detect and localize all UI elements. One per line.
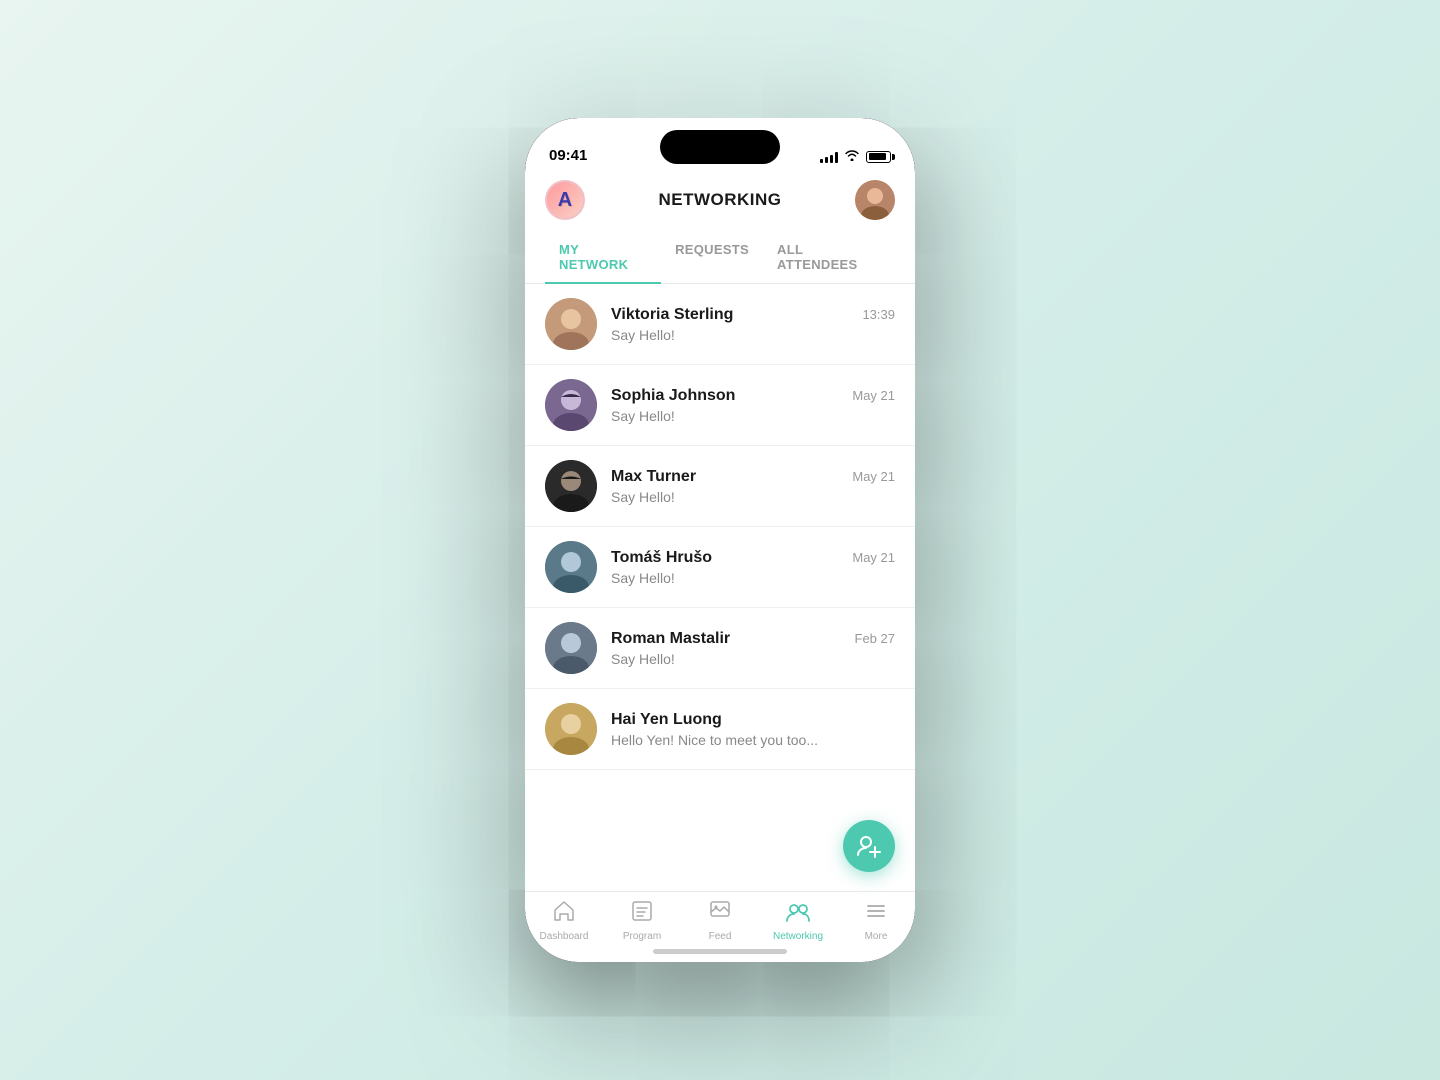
- nav-program[interactable]: Program: [603, 900, 681, 942]
- nav-program-label: Program: [623, 931, 661, 942]
- contact-message: Say Hello!: [611, 327, 895, 343]
- list-item[interactable]: Hai Yen Luong Hello Yen! Nice to meet yo…: [525, 689, 915, 770]
- avatar: [545, 622, 597, 674]
- dynamic-island: [660, 130, 780, 164]
- nav-networking-label: Networking: [773, 931, 823, 942]
- nav-more[interactable]: More: [837, 900, 915, 942]
- dashboard-icon: [552, 900, 576, 928]
- sub-tabs: MY NETWORK REQUESTS ALL ATTENDEES: [525, 232, 915, 284]
- more-icon: [865, 900, 887, 928]
- contact-message: Say Hello!: [611, 570, 895, 586]
- list-item[interactable]: Sophia Johnson May 21 Say Hello!: [525, 365, 915, 446]
- avatar-letter: A: [558, 189, 572, 212]
- status-time: 09:41: [549, 147, 587, 164]
- avatar: [545, 379, 597, 431]
- tab-all-attendees[interactable]: ALL ATTENDEES: [763, 232, 895, 283]
- signal-bars-icon: [820, 151, 838, 163]
- status-icons: [820, 149, 891, 164]
- list-item[interactable]: Tomáš Hrušo May 21 Say Hello!: [525, 527, 915, 608]
- contact-name: Viktoria Sterling: [611, 306, 733, 324]
- contact-name: Roman Mastalir: [611, 630, 730, 648]
- tab-requests[interactable]: REQUESTS: [661, 232, 763, 283]
- program-icon: [631, 900, 653, 928]
- contact-info: Tomáš Hrušo May 21 Say Hello!: [611, 549, 895, 586]
- home-indicator: [653, 949, 787, 954]
- contact-name: Hai Yen Luong: [611, 711, 722, 729]
- contact-list: Viktoria Sterling 13:39 Say Hello!: [525, 284, 915, 891]
- avatar: [545, 460, 597, 512]
- networking-icon: [786, 900, 810, 928]
- avatar: [545, 298, 597, 350]
- list-item[interactable]: Roman Mastalir Feb 27 Say Hello!: [525, 608, 915, 689]
- nav-dashboard-label: Dashboard: [540, 931, 589, 942]
- contact-name: Max Turner: [611, 468, 696, 486]
- nav-dashboard[interactable]: Dashboard: [525, 900, 603, 942]
- add-person-icon: [856, 833, 882, 859]
- battery-icon: [866, 151, 891, 163]
- list-item[interactable]: Max Turner May 21 Say Hello!: [525, 446, 915, 527]
- nav-networking[interactable]: Networking: [759, 900, 837, 942]
- phone-screen: 09:41: [525, 118, 915, 962]
- contact-message: Say Hello!: [611, 651, 895, 667]
- nav-more-label: More: [865, 931, 888, 942]
- header-title: NETWORKING: [658, 190, 781, 210]
- add-contact-fab[interactable]: [843, 820, 895, 872]
- contact-info: Max Turner May 21 Say Hello!: [611, 468, 895, 505]
- app-header: A NETWORKING: [525, 172, 915, 232]
- contact-info: Viktoria Sterling 13:39 Say Hello!: [611, 306, 895, 343]
- list-item[interactable]: Viktoria Sterling 13:39 Say Hello!: [525, 284, 915, 365]
- avatar: [545, 541, 597, 593]
- contact-name: Tomáš Hrušo: [611, 549, 712, 567]
- left-avatar[interactable]: A: [545, 180, 585, 220]
- nav-feed[interactable]: Feed: [681, 900, 759, 942]
- feed-icon: [709, 900, 731, 928]
- contact-message: Hello Yen! Nice to meet you too...: [611, 732, 895, 748]
- wifi-icon: [844, 149, 860, 164]
- contact-time: 13:39: [862, 307, 895, 322]
- contact-info: Hai Yen Luong Hello Yen! Nice to meet yo…: [611, 711, 895, 748]
- avatar: [545, 703, 597, 755]
- contact-message: Say Hello!: [611, 408, 895, 424]
- contact-info: Sophia Johnson May 21 Say Hello!: [611, 387, 895, 424]
- phone-frame: 09:41: [525, 118, 915, 962]
- nav-feed-label: Feed: [709, 931, 732, 942]
- right-avatar[interactable]: [855, 180, 895, 220]
- contact-time: May 21: [852, 469, 895, 484]
- contact-time: May 21: [852, 550, 895, 565]
- contact-name: Sophia Johnson: [611, 387, 735, 405]
- contact-time: Feb 27: [855, 631, 895, 646]
- tab-my-network[interactable]: MY NETWORK: [545, 232, 661, 284]
- contact-time: May 21: [852, 388, 895, 403]
- contact-info: Roman Mastalir Feb 27 Say Hello!: [611, 630, 895, 667]
- contact-message: Say Hello!: [611, 489, 895, 505]
